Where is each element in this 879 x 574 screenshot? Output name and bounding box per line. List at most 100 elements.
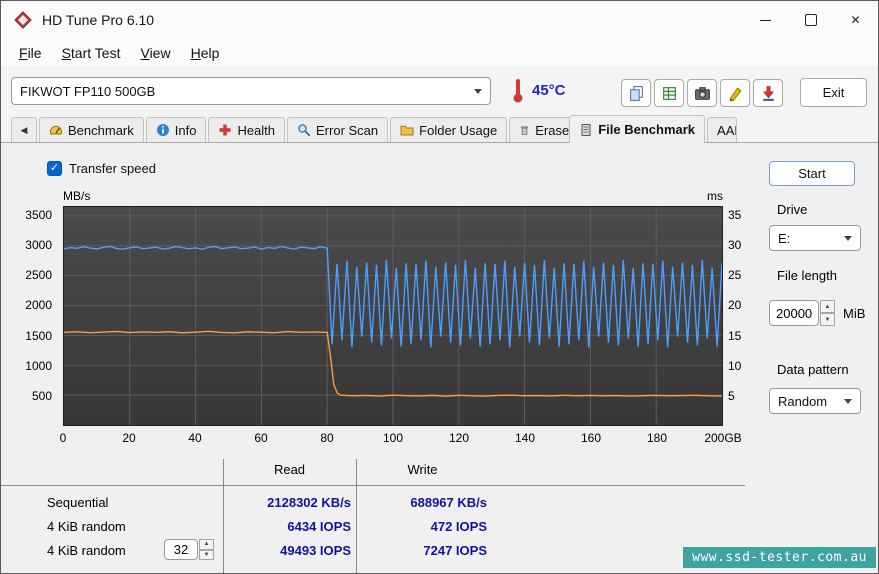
row-label-4kib-random-qd: 4 KiB random: [47, 543, 126, 558]
erase-trash-icon: [521, 126, 529, 135]
random-qd-read-value: 49493 IOPS: [280, 543, 351, 558]
data-pattern-combobox[interactable]: Random: [769, 388, 861, 414]
close-icon: ✕: [850, 13, 861, 27]
y-axis-tick-label: 1000: [25, 359, 52, 373]
menu-start-test[interactable]: Start Test: [52, 42, 131, 64]
exit-label: Exit: [822, 85, 845, 100]
y-axis-right-labels: 35 30 25 20 15 10 5: [728, 206, 758, 426]
drive-label: Drive: [777, 202, 808, 217]
chevron-down-icon: [844, 235, 852, 241]
drive-model-combobox[interactable]: FIKWOT FP110 500GB: [11, 77, 491, 105]
menu-help[interactable]: Help: [181, 42, 230, 64]
data-pattern-label: Data pattern: [777, 362, 849, 377]
sequential-read-value: 2128302 KB/s: [267, 495, 351, 510]
y-axis-tick-label: 20: [728, 298, 742, 312]
queue-depth-input[interactable]: [164, 539, 198, 560]
copy-button[interactable]: [621, 79, 651, 107]
menu-bar: File Start Test View Help: [1, 39, 878, 66]
y-axis-tick-label: 1500: [25, 329, 52, 343]
tab-benchmark[interactable]: Benchmark: [39, 117, 144, 142]
app-icon: [14, 11, 32, 29]
spin-up-button[interactable]: ▲: [820, 300, 835, 313]
tab-file-benchmark[interactable]: File Benchmark: [569, 115, 706, 143]
menu-file[interactable]: File: [9, 42, 52, 64]
y-axis-left-labels: 3500 3000 2500 2000 1500 1000 500: [1, 206, 57, 426]
tab-aam[interactable]: AAM: [707, 117, 738, 142]
row-label-4kib-random: 4 KiB random: [47, 519, 126, 534]
file-length-input[interactable]: [769, 300, 819, 326]
x-axis-tick-label: 120: [448, 431, 470, 445]
x-axis-tick-label: 20: [122, 431, 136, 445]
tab-label: Benchmark: [68, 122, 134, 138]
window-controls: ✕: [743, 1, 878, 39]
tab-strip: ◀ Benchmark Info Health Error Scan Folde…: [1, 113, 878, 143]
y-axis-right-unit: ms: [707, 189, 723, 203]
tab-info[interactable]: Info: [145, 117, 207, 142]
start-label: Start: [798, 166, 826, 181]
tab-label: File Benchmark: [598, 122, 696, 137]
transfer-speed-option: ✓ Transfer speed: [47, 161, 156, 176]
temperature-value: 45°C: [532, 82, 566, 99]
highlight-button[interactable]: [720, 79, 750, 107]
y-axis-tick-label: 15: [728, 329, 742, 343]
row-label-sequential: Sequential: [47, 495, 109, 510]
close-button[interactable]: ✕: [833, 1, 878, 39]
tab-label: Health: [237, 122, 276, 138]
spin-down-icon: ▼: [824, 316, 831, 323]
check-icon: ✓: [49, 162, 60, 174]
queue-depth-spinner: ▲ ▼: [199, 539, 214, 560]
chevron-left-icon: ◀: [20, 124, 28, 135]
menu-view[interactable]: View: [130, 42, 180, 64]
x-axis-tick-label: 40: [188, 431, 202, 445]
chevron-down-icon: [474, 88, 482, 94]
health-cross-icon: [219, 124, 231, 136]
export-button[interactable]: [654, 79, 684, 107]
tab-folder-usage[interactable]: Folder Usage: [390, 117, 508, 142]
minimize-icon: [760, 19, 771, 21]
x-axis-tick-label: 80: [320, 431, 334, 445]
y-axis-tick-label: 35: [728, 208, 742, 222]
export-icon: [662, 86, 676, 100]
screenshot-button[interactable]: [687, 79, 717, 107]
random-qd-write-value: 7247 IOPS: [423, 543, 487, 558]
drive-model-value: FIKWOT FP110 500GB: [20, 83, 156, 99]
data-pattern-value: Random: [778, 393, 828, 409]
save-button[interactable]: [753, 79, 783, 107]
y-axis-tick-label: 2500: [25, 268, 52, 282]
highlight-pen-icon: [728, 86, 742, 101]
drive-combobox[interactable]: E:: [769, 225, 861, 251]
y-axis-tick-label: 500: [31, 389, 52, 403]
y-axis-tick-label: 30: [728, 238, 742, 252]
read-column-header: Read: [273, 462, 306, 477]
tab-error-scan[interactable]: Error Scan: [287, 117, 389, 142]
info-icon: [156, 124, 169, 136]
spin-up-button[interactable]: ▲: [199, 539, 214, 550]
y-axis-tick-label: 10: [728, 359, 742, 373]
tab-health[interactable]: Health: [208, 117, 286, 142]
tab-scroll-left-button[interactable]: ◀: [11, 117, 37, 142]
x-axis-tick-label: 60: [254, 431, 268, 445]
file-benchmark-icon: [581, 123, 591, 136]
spin-down-button[interactable]: ▼: [199, 549, 214, 560]
spin-up-icon: ▲: [824, 303, 831, 310]
transfer-speed-checkbox[interactable]: ✓: [47, 161, 62, 176]
y-axis-tick-label: 2000: [25, 298, 52, 312]
exit-button[interactable]: Exit: [800, 78, 867, 107]
folder-icon: [400, 125, 414, 136]
table-divider: [1, 485, 745, 486]
y-axis-tick-label: 3000: [25, 238, 52, 252]
window-title: HD Tune Pro 6.10: [42, 12, 155, 28]
copy-icon: [629, 85, 643, 101]
x-axis-labels: 0 20 40 60 80 100 120 140 160 180 200GB: [60, 431, 742, 447]
spin-down-button[interactable]: ▼: [820, 313, 835, 326]
maximize-button[interactable]: [788, 1, 833, 39]
start-button[interactable]: Start: [769, 161, 855, 186]
watermark-text: www.ssd-tester.com.au: [692, 550, 867, 565]
random-write-value: 472 IOPS: [430, 519, 487, 534]
minimize-button[interactable]: [743, 1, 788, 39]
tab-label: Erase: [535, 122, 570, 138]
benchmark-gauge-icon: [50, 125, 62, 135]
tab-label: AAM: [717, 122, 736, 138]
transfer-speed-chart: [63, 206, 723, 426]
tab-label: Error Scan: [316, 122, 379, 138]
